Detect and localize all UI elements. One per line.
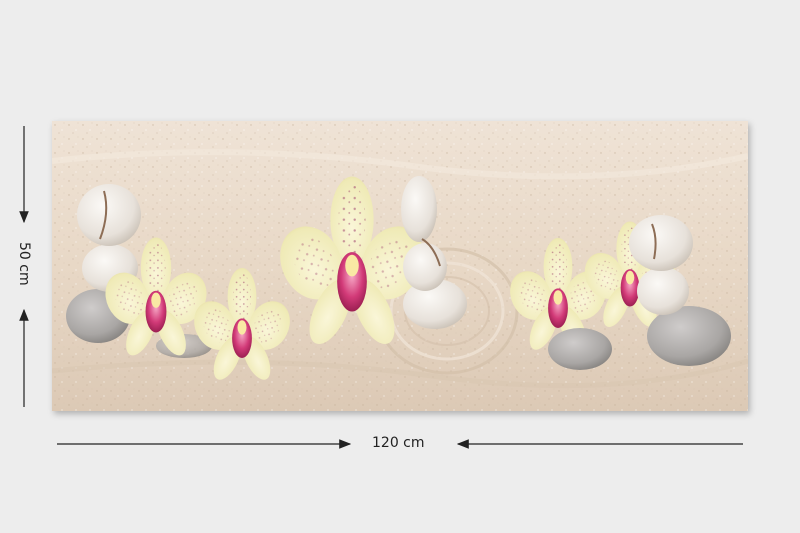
width-label: 120 cm [372, 435, 425, 451]
height-label: 50 cm [16, 242, 32, 286]
canvas-print-image [52, 121, 748, 411]
